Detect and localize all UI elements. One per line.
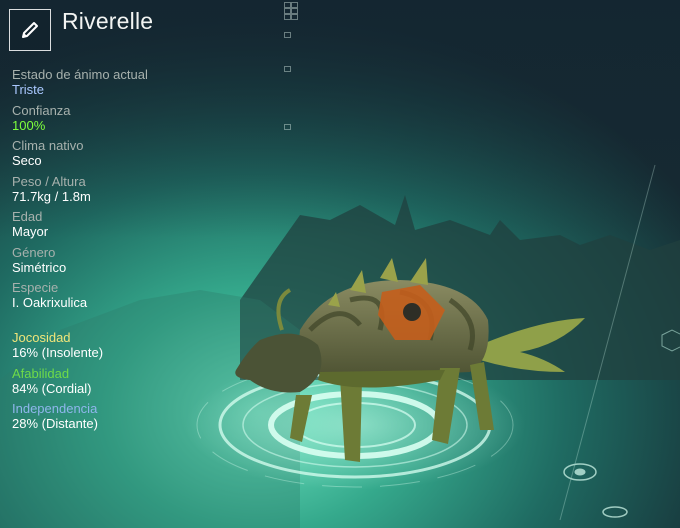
trait-value: 84% (Cordial) xyxy=(12,380,92,396)
creature-stats: Estado de ánimo actual Triste Confianza 100… xyxy=(12,67,252,316)
stat-label: Edad xyxy=(12,209,43,224)
trait-label: Jocosidad xyxy=(12,330,71,345)
stat-value: Triste xyxy=(12,82,45,97)
edit-name-button[interactable] xyxy=(9,9,51,51)
stat-row: Peso / Altura 71.7kg / 1.8m xyxy=(12,174,252,210)
stat-value: 100% xyxy=(12,117,46,133)
stat-label: Estado de ánimo actual xyxy=(12,67,148,82)
creature-name: Riverelle xyxy=(62,8,154,34)
trait-label: Independencia xyxy=(12,401,98,416)
creature-info-panel: Riverelle Estado de ánimo actual Triste Co… xyxy=(0,0,260,528)
stat-value: Mayor xyxy=(12,224,49,239)
stat-value: Simétrico xyxy=(12,259,67,275)
stat-row: Confianza 100% xyxy=(12,103,252,139)
stat-row: Edad Mayor xyxy=(12,209,252,245)
stat-row: Género Simétrico xyxy=(12,245,252,281)
stat-value: 71.7kg / 1.8m xyxy=(12,188,91,204)
trait-value: 28% (Distante) xyxy=(12,416,98,431)
stat-row: Estado de ánimo actual Triste xyxy=(12,67,252,103)
stat-label: Clima nativo xyxy=(12,138,84,153)
trait-row: Afabilidad 84% (Cordial) xyxy=(12,366,252,402)
stat-label: Género xyxy=(12,244,56,260)
stat-label: Especie xyxy=(12,280,59,295)
trait-row: Jocosidad 16% (Insolente) xyxy=(12,330,252,366)
pencil-icon xyxy=(22,22,38,38)
stat-row: Especie I. Oakrixulica xyxy=(12,280,252,316)
stat-label: Peso / Altura xyxy=(12,173,86,189)
creature-traits: Jocosidad 16% (Insolente) Afabilidad 84% (C… xyxy=(12,330,252,437)
stat-label: Confianza xyxy=(12,102,71,118)
trait-row: Independencia 28% (Distante) xyxy=(12,401,252,437)
trait-label: Afabilidad xyxy=(12,365,70,381)
stat-row: Clima nativo Seco xyxy=(12,138,252,174)
stat-value: I. Oakrixulica xyxy=(12,295,88,310)
trait-value: 16% (Insolente) xyxy=(12,345,104,360)
stat-value: Seco xyxy=(12,153,42,168)
